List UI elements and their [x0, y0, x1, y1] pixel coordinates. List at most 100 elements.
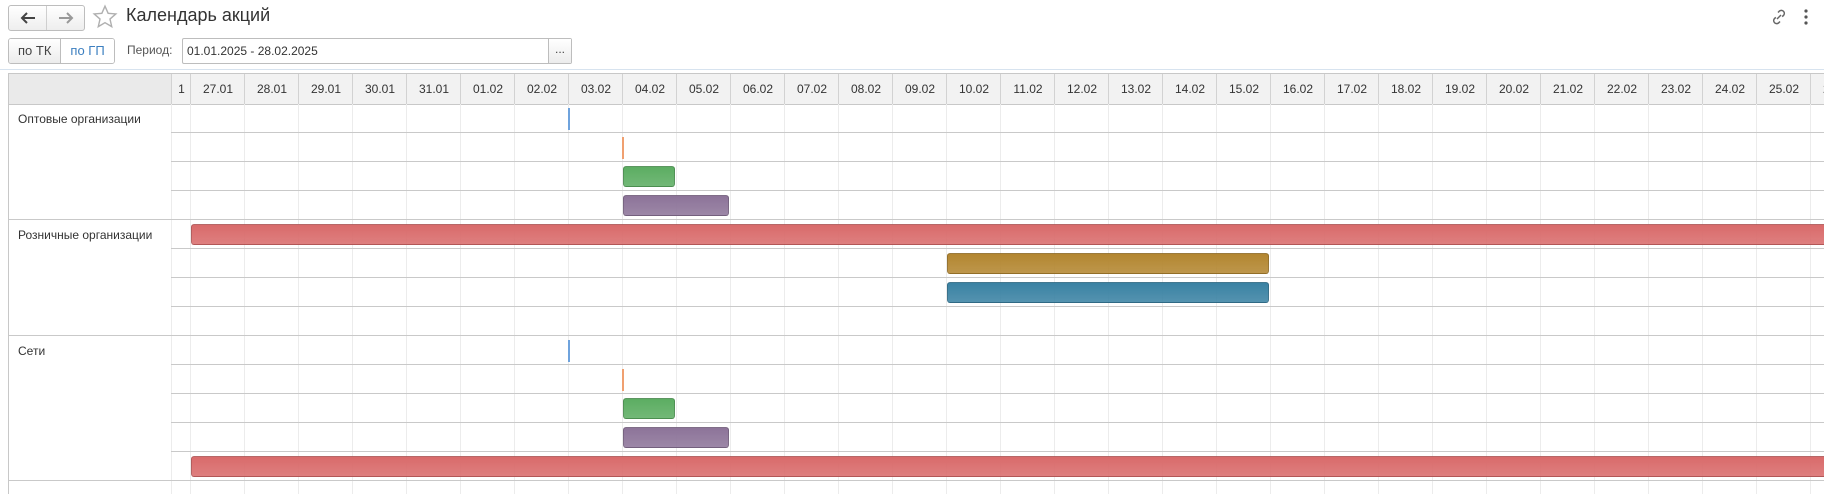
group-label: Розничные организации	[18, 228, 153, 242]
grid-column-line	[1270, 104, 1271, 494]
date-header-cell: 02.02	[514, 74, 569, 104]
date-header-cell: 17.02	[1324, 74, 1379, 104]
date-header-cell: 21.02	[1540, 74, 1595, 104]
grid-column-line	[190, 104, 191, 494]
date-header-cell: 18.02	[1378, 74, 1433, 104]
date-header-cell: 03.02	[568, 74, 623, 104]
row-separator	[171, 132, 1824, 133]
back-button[interactable]	[9, 6, 46, 30]
row-separator	[171, 451, 1824, 452]
group-separator	[9, 480, 1824, 481]
promotion-bar[interactable]	[623, 398, 675, 419]
link-icon[interactable]	[1769, 7, 1789, 27]
arrow-left-icon	[20, 12, 35, 24]
date-header-cell: 23.02	[1648, 74, 1703, 104]
group-label: Оптовые организации	[18, 112, 141, 126]
mode-gp-button[interactable]: по ГП	[60, 39, 114, 63]
grid-column-line	[1594, 104, 1595, 494]
group-separator	[9, 335, 1824, 336]
grid-column-line	[1756, 104, 1757, 494]
row-separator	[171, 248, 1824, 249]
grid-column-line	[1486, 104, 1487, 494]
grid-column-line	[730, 104, 731, 494]
date-header-cell: 06.02	[730, 74, 785, 104]
date-header-cell: 14.02	[1162, 74, 1217, 104]
row-separator	[171, 277, 1824, 278]
grid-column-line	[838, 104, 839, 494]
forward-button[interactable]	[46, 6, 84, 30]
date-header-cell: 16.02	[1270, 74, 1325, 104]
grid-column-line	[352, 104, 353, 494]
date-header-cell: 04.02	[622, 74, 677, 104]
promotion-bar[interactable]	[191, 456, 1824, 477]
promotion-marker[interactable]	[568, 108, 570, 130]
grid-column-line	[171, 104, 172, 494]
date-header-cell: 13.02	[1108, 74, 1163, 104]
page-title: Календарь акций	[126, 5, 271, 25]
period-field[interactable]: 01.01.2025 - 28.02.2025 ...	[182, 38, 572, 64]
date-header-cell: 27.01	[190, 74, 245, 104]
grid-column-line	[460, 104, 461, 494]
date-header-cell: 19.02	[1432, 74, 1487, 104]
promotion-marker[interactable]	[568, 340, 570, 362]
period-value[interactable]: 01.01.2025 - 28.02.2025	[187, 44, 318, 58]
grid-column-line	[784, 104, 785, 494]
date-header-cell: 30.01	[352, 74, 407, 104]
date-header-cell: 1	[171, 74, 191, 104]
row-separator	[171, 393, 1824, 394]
date-header-cell: 22.02	[1594, 74, 1649, 104]
grid-column-line	[568, 104, 569, 494]
row-separator	[171, 422, 1824, 423]
group-separator	[9, 219, 1824, 220]
star-icon[interactable]	[92, 4, 118, 30]
grid-column-line	[1432, 104, 1433, 494]
grid-column-line	[244, 104, 245, 494]
grid-column-line	[406, 104, 407, 494]
grid-column-line	[298, 104, 299, 494]
date-header-cell: 12.02	[1054, 74, 1109, 104]
group-label: Сети	[18, 344, 46, 358]
promotion-bar[interactable]	[947, 253, 1269, 274]
promotion-bar[interactable]	[623, 195, 729, 216]
timeline-header: 1 27.01 28.01 29.01 30.01 31.01 01.02 02.02 03.0…	[9, 74, 1824, 105]
promotion-bar[interactable]	[623, 427, 729, 448]
period-select-button[interactable]: ...	[548, 39, 571, 63]
date-header-cell: 05.02	[676, 74, 731, 104]
date-header-cell: 11.02	[1000, 74, 1055, 104]
grid-column-line	[1810, 104, 1811, 494]
grid-column-line	[514, 104, 515, 494]
grid-column-line	[1378, 104, 1379, 494]
date-header-cell: 01.02	[460, 74, 515, 104]
grid-column-line	[892, 104, 893, 494]
promotion-marker[interactable]	[622, 137, 624, 159]
date-header-cell: 25.02	[1756, 74, 1811, 104]
date-header-cell: 10.02	[946, 74, 1001, 104]
form-divider	[0, 69, 1824, 70]
grid-column-line	[1540, 104, 1541, 494]
more-vertical-icon[interactable]	[1800, 7, 1812, 27]
row-separator	[171, 161, 1824, 162]
date-header-cell: 20.02	[1486, 74, 1541, 104]
promotion-marker[interactable]	[622, 369, 624, 391]
navigation-buttons	[8, 5, 85, 31]
title-bar: Календарь акций	[0, 0, 1824, 36]
period-label: Период:	[127, 43, 173, 57]
promotion-bar[interactable]	[947, 282, 1269, 303]
date-header-cell: 24.02	[1702, 74, 1757, 104]
row-separator	[171, 190, 1824, 191]
mode-tk-button[interactable]: по ТК	[9, 39, 61, 63]
header-corner	[9, 74, 172, 104]
promotion-bar[interactable]	[623, 166, 675, 187]
grid-column-line	[1324, 104, 1325, 494]
toolbar: по ТК по ГП Период: 01.01.2025 - 28.02.2…	[0, 38, 1824, 66]
row-separator	[171, 306, 1824, 307]
date-header-cell: 31.01	[406, 74, 461, 104]
arrow-right-icon	[58, 12, 73, 24]
date-header-cell: 28.01	[244, 74, 299, 104]
grid-column-line	[1648, 104, 1649, 494]
grid-column-line	[1702, 104, 1703, 494]
promotion-bar[interactable]	[191, 224, 1824, 245]
gantt-chart[interactable]: 1 27.01 28.01 29.01 30.01 31.01 01.02 02.02 03.0…	[8, 73, 1824, 494]
date-header-cell: 07.02	[784, 74, 839, 104]
date-header-cell: 08.02	[838, 74, 893, 104]
